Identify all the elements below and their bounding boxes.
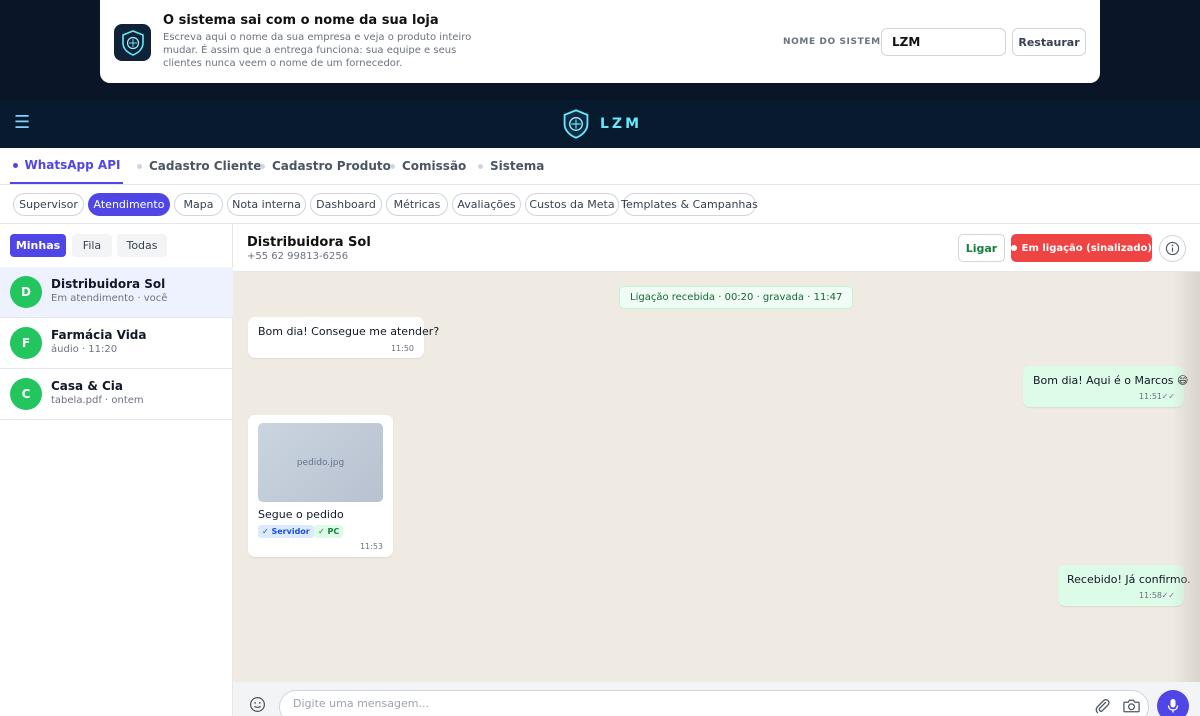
avatar: F xyxy=(10,327,42,359)
pill-metricas[interactable]: Métricas xyxy=(386,193,448,216)
message-composer xyxy=(233,682,1200,716)
hamburger-icon[interactable]: ☰ xyxy=(14,112,30,133)
restore-button[interactable]: Restaurar xyxy=(1012,28,1086,56)
message-text: Bom dia! Aqui é o Marcos 😄 xyxy=(1033,374,1189,387)
pill-atendimento[interactable]: Atendimento xyxy=(88,193,170,216)
microphone-icon[interactable] xyxy=(1157,690,1189,716)
tab-dot xyxy=(260,163,265,169)
sync-tag-pc: ✓ PC xyxy=(314,525,344,538)
conversation-item[interactable]: F Farmácia Vida áudio · 11:20 xyxy=(0,318,233,369)
image-attachment[interactable]: pedido.jpg xyxy=(258,423,383,502)
message-text: Bom dia! Consegue me atender? xyxy=(258,325,440,338)
message-bubble-incoming: Bom dia! Consegue me atender? 11:50 xyxy=(248,317,439,358)
filter-fila[interactable]: Fila xyxy=(72,234,112,257)
conversation-subtitle: áudio · 11:20 xyxy=(51,344,118,355)
read-ticks: ✓✓ xyxy=(1161,392,1175,401)
message-area[interactable]: Ligação recebida · 00:20 · gravada · 11:… xyxy=(233,272,1200,682)
conversation-name: Farmácia Vida xyxy=(51,328,147,342)
contact-phone: +55 62 99813-6256 xyxy=(247,251,349,262)
banner-title: O sistema sai com o nome da sua loja xyxy=(163,13,439,28)
camera-icon[interactable] xyxy=(1122,697,1141,716)
sync-tag-servidor: ✓ Servidor xyxy=(258,525,314,538)
call-button[interactable]: Ligar xyxy=(958,234,1005,262)
tab-whatsapp-api[interactable]: WhatsApp API xyxy=(10,148,123,184)
system-name-label: NOME DO SISTEMA xyxy=(783,37,889,47)
tab-label: Cadastro Cliente xyxy=(149,159,262,173)
tab-label: Comissão xyxy=(402,159,467,173)
conversation-item[interactable]: D Distribuidora Sol Em atendimento · voc… xyxy=(0,267,233,318)
message-time: 11:51 xyxy=(1138,392,1162,401)
app-header: ☰ LZM xyxy=(0,100,1200,148)
shield-logo-icon xyxy=(563,109,589,139)
top-nav: WhatsApp API Cadastro Cliente Cadastro P… xyxy=(0,148,1200,185)
pill-mapa[interactable]: Mapa xyxy=(174,193,223,216)
tab-dot xyxy=(12,162,18,168)
branding-banner: O sistema sai com o nome da sua loja Esc… xyxy=(100,0,1100,83)
tab-comissao[interactable]: Comissão xyxy=(390,148,466,184)
sub-nav: Supervisor Atendimento Mapa Nota interna… xyxy=(0,185,1200,224)
pill-templates-campanhas[interactable]: Templates & Campanhas xyxy=(621,193,758,216)
pill-supervisor[interactable]: Supervisor xyxy=(13,193,84,216)
header-logo: LZM xyxy=(560,108,642,140)
message-bubble-outgoing: Recebido! Já confirmo. 11:58 ✓✓ xyxy=(1058,565,1191,606)
avatar: D xyxy=(10,276,42,308)
banner-description: Escreva aqui o nome da sua empresa e vej… xyxy=(163,32,472,69)
shield-logo-icon xyxy=(114,24,151,61)
image-filename: pedido.jpg xyxy=(296,457,345,468)
recording-dot xyxy=(1011,245,1017,251)
conversation-item[interactable]: C Casa & Cia tabela.pdf · ontem xyxy=(0,369,233,420)
message-time: 11:53 xyxy=(359,542,383,551)
info-icon[interactable] xyxy=(1159,235,1186,262)
conversation-name: Casa & Cia xyxy=(51,379,123,393)
tab-cadastro-cliente[interactable]: Cadastro Cliente xyxy=(137,148,261,184)
tab-label: WhatsApp API xyxy=(24,158,121,172)
conversation-sidebar: Minhas Fila Todas D Distribuidora Sol Em… xyxy=(0,224,233,716)
system-name-input[interactable] xyxy=(881,28,1006,56)
pill-dashboard[interactable]: Dashboard xyxy=(310,193,382,216)
tab-sistema[interactable]: Sistema xyxy=(478,148,544,184)
tab-dot xyxy=(390,163,395,169)
message-text: Recebido! Já confirmo. xyxy=(1067,573,1191,586)
message-input[interactable] xyxy=(279,690,1149,716)
tab-cadastro-produto[interactable]: Cadastro Produto xyxy=(260,148,391,184)
tab-dot xyxy=(137,163,142,169)
in-call-label: Em ligação (sinalizado) xyxy=(1021,242,1152,254)
tab-label: Cadastro Produto xyxy=(272,159,391,173)
message-time: 11:50 xyxy=(390,344,414,353)
chat-header: Distribuidora Sol +55 62 99813-6256 Liga… xyxy=(233,224,1200,272)
contact-name: Distribuidora Sol xyxy=(247,235,371,250)
filter-minhas[interactable]: Minhas xyxy=(10,234,66,257)
call-system-message: Ligação recebida · 00:20 · gravada · 11:… xyxy=(619,286,854,309)
message-bubble-incoming-image: pedido.jpg Segue o pedido ✓ Servidor ✓ P… xyxy=(248,415,393,557)
emoji-icon[interactable] xyxy=(249,696,266,716)
header-logo-text: LZM xyxy=(600,116,643,132)
message-time: 11:58 xyxy=(1138,591,1162,600)
avatar: C xyxy=(10,378,42,410)
conversation-name: Distribuidora Sol xyxy=(51,277,166,291)
conversation-subtitle: Em atendimento · você xyxy=(51,293,168,304)
pill-nota-interna[interactable]: Nota interna xyxy=(227,193,306,216)
message-text: Segue o pedido xyxy=(258,508,344,521)
tab-label: Sistema xyxy=(490,159,545,173)
filter-todas[interactable]: Todas xyxy=(117,234,167,257)
in-call-button[interactable]: Em ligação (sinalizado) xyxy=(1011,234,1152,262)
message-bubble-outgoing: Bom dia! Aqui é o Marcos 😄 11:51 ✓✓ xyxy=(1023,366,1189,407)
pill-custos-da-meta[interactable]: Custos da Meta xyxy=(525,193,619,216)
conversation-subtitle: tabela.pdf · ontem xyxy=(51,395,144,406)
read-ticks: ✓✓ xyxy=(1161,591,1175,600)
tab-dot xyxy=(478,163,483,169)
pill-avaliacoes[interactable]: Avaliações xyxy=(452,193,521,216)
paperclip-icon[interactable] xyxy=(1093,697,1111,716)
